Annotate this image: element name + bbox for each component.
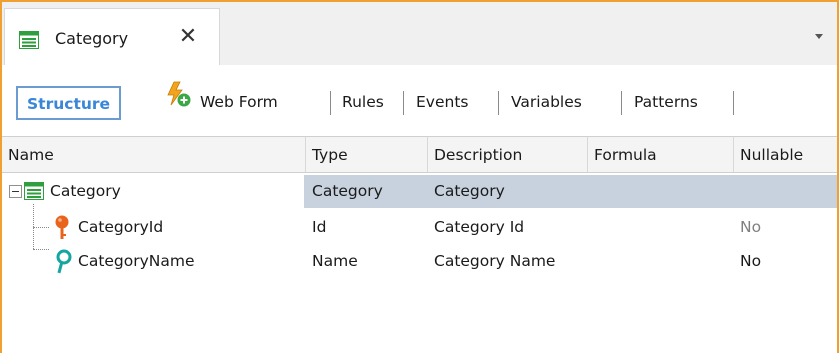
collapse-icon[interactable] (9, 185, 22, 198)
cell-name: CategoryId (78, 218, 164, 236)
tab-rules[interactable]: Rules (342, 86, 384, 120)
row-selection-highlight (304, 175, 837, 208)
table-row[interactable]: Category Category Category (2, 175, 837, 208)
column-header-type[interactable]: Type (306, 136, 428, 173)
chevron-down-icon[interactable] (810, 28, 828, 44)
tab-separator (621, 91, 622, 115)
tab-web-form[interactable]: Web Form (200, 86, 278, 120)
description-attribute-icon (56, 249, 72, 274)
column-header-formula[interactable]: Formula (588, 136, 734, 173)
document-tab-strip: Category ✕ (2, 2, 837, 67)
tab-patterns[interactable]: Patterns (634, 86, 698, 120)
cell-name: CategoryName (78, 252, 195, 270)
tab-separator (733, 91, 734, 115)
close-icon[interactable]: ✕ (175, 24, 201, 50)
tab-separator (330, 91, 331, 115)
column-header-description[interactable]: Description (428, 136, 588, 173)
cell-description: Category Id (434, 218, 525, 236)
column-header-name[interactable]: Name (2, 136, 306, 173)
tab-separator (498, 91, 499, 115)
editor-subtabs: Structure Web Form Rules Events Variable… (2, 65, 837, 135)
column-header-nullable[interactable]: Nullable (734, 136, 837, 173)
cell-nullable: No (740, 252, 762, 270)
table-row[interactable]: CategoryName Name Category Name No (2, 245, 837, 278)
tab-label: Category (55, 29, 129, 48)
cell-nullable: No (740, 218, 762, 236)
tab-category[interactable]: Category ✕ (4, 8, 220, 67)
cell-type: Id (312, 218, 327, 236)
transaction-grid-icon (19, 31, 39, 49)
cell-description: Category (434, 182, 505, 200)
cell-type: Name (312, 252, 358, 270)
cell-description: Category Name (434, 252, 556, 270)
tab-events[interactable]: Events (416, 86, 468, 120)
cell-name: Category (50, 182, 121, 200)
tab-variables[interactable]: Variables (511, 86, 582, 120)
cell-type: Category (312, 182, 383, 200)
primary-key-icon (55, 215, 69, 239)
table-row[interactable]: CategoryId Id Category Id No (2, 211, 837, 244)
webform-icon (167, 81, 191, 107)
level-grid-icon (24, 182, 44, 200)
tab-separator (403, 91, 404, 115)
structure-grid: Name Type Description Formula Nullable C… (2, 136, 837, 353)
tab-structure[interactable]: Structure (16, 86, 122, 120)
